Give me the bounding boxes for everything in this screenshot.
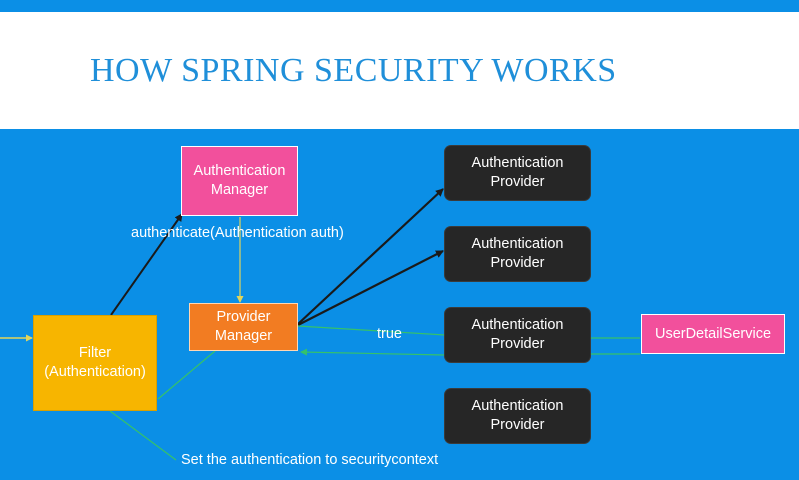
diagram-canvas: Authentication Manager Provider Manager … (0, 129, 799, 480)
authenticate-label: authenticate(Authentication auth) (131, 225, 344, 241)
authentication-provider-box: Authentication Provider (445, 389, 590, 443)
pm-to-filter-line (157, 350, 216, 400)
pm-to-provider3-line (297, 325, 446, 336)
provider3-to-pm-return (300, 348, 446, 356)
security-context-label: Set the authentication to securitycontex… (181, 452, 439, 468)
filter-to-context-line (109, 410, 177, 461)
authentication-provider-box: Authentication Provider (445, 146, 590, 200)
pm-to-provider2-arrow (297, 250, 444, 326)
page-title: HOW SPRING SECURITY WORKS (90, 52, 617, 89)
pm-to-provider1-arrow (297, 188, 444, 325)
provider-manager-box: Provider Manager (189, 303, 298, 351)
authentication-manager-box: Authentication Manager (181, 146, 298, 216)
top-stripe (0, 0, 799, 12)
true-label: true (377, 326, 402, 342)
authentication-provider-box: Authentication Provider (445, 227, 590, 281)
connector-lines (0, 188, 640, 461)
user-detail-service-box: UserDetailService (641, 314, 785, 354)
authentication-provider-box: Authentication Provider (445, 308, 590, 362)
filter-box: Filter (Authentication) (33, 315, 157, 411)
